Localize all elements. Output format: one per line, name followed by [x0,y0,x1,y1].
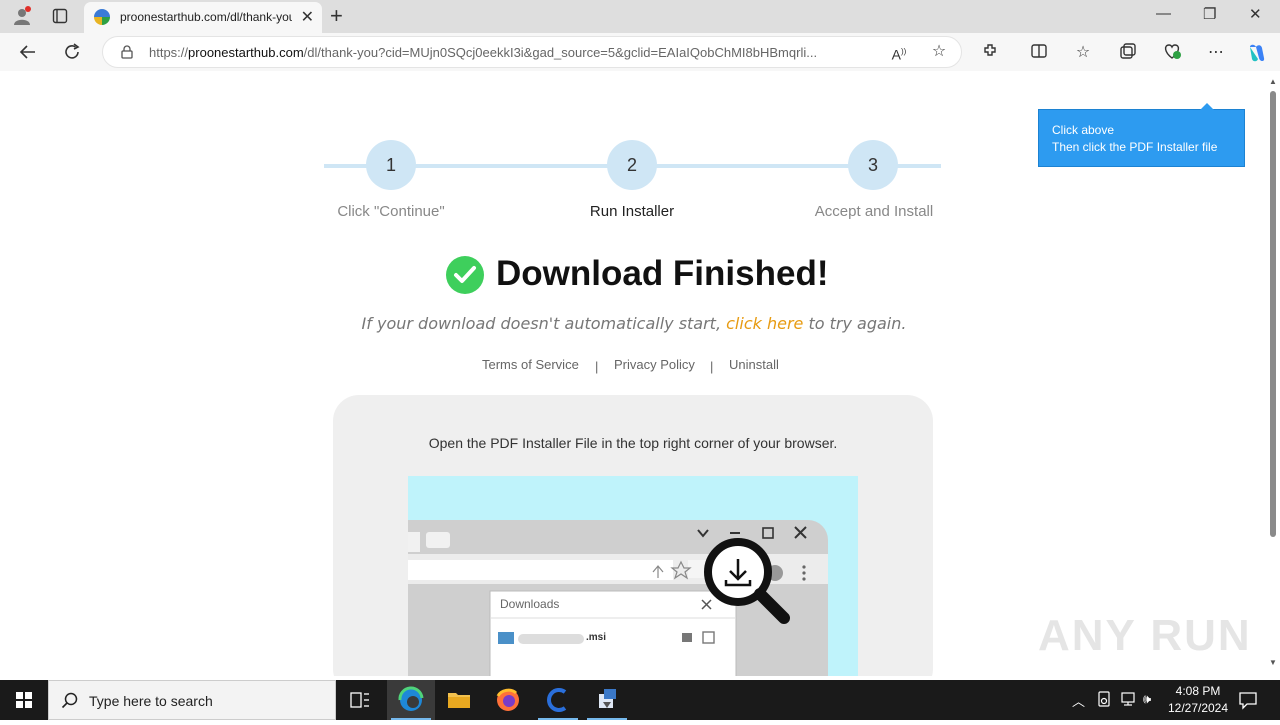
file-explorer-icon[interactable] [435,680,483,720]
tab-title: proonestarthub.com/dl/thank-you [120,10,292,24]
system-clock[interactable]: 4:08 PM 12/27/2024 [1162,683,1234,717]
minimize-icon[interactable]: — [1156,5,1171,22]
close-window-icon[interactable]: ✕ [1249,5,1262,23]
task-view-icon[interactable] [336,680,384,720]
step-3-circle: 3 [848,140,898,190]
tooltip-line-2: Then click the PDF Installer file [1052,140,1218,154]
favorite-star-icon[interactable]: ☆ [928,41,950,63]
headline-text: Download Finished! [496,254,829,293]
scrollbar-thumb[interactable] [1270,91,1276,537]
firefox-icon[interactable] [484,680,532,720]
download-file-name: .msi [586,632,607,643]
new-tab-icon[interactable]: + [330,3,343,29]
separator-1: | [595,359,599,374]
app-c-icon[interactable] [534,680,582,720]
extensions-icon[interactable] [980,42,1002,64]
step-2-label: Run Installer [589,203,675,220]
notifications-icon[interactable] [1238,690,1258,715]
download-finished-heading: Download Finished! [444,251,844,301]
url-text: https://proonestarthub.com/dl/thank-you?… [149,45,818,60]
restore-icon[interactable]: ❐ [1203,5,1216,23]
volume-icon[interactable]: 🕪 [1143,691,1151,707]
clock-time: 4:08 PM [1175,684,1221,698]
scroll-up-icon[interactable]: ▲ [1269,77,1277,86]
step-2-circle: 2 [607,140,657,190]
instruction-tooltip: Click above Then click the PDF Installer… [1038,103,1245,167]
privacy-link[interactable]: Privacy Policy [614,357,695,372]
address-bar[interactable]: https://proonestarthub.com/dl/thank-you?… [102,36,962,68]
browser-download-illustration: Downloads .msi [408,476,858,676]
page-content: 1 2 3 Click "Continue" Run Installer Acc… [4,71,1280,676]
taskbar-search-box[interactable]: Type here to search [48,680,336,720]
refresh-icon[interactable] [61,42,83,64]
split-screen-icon[interactable] [1028,42,1050,64]
instruction-card: Open the PDF Installer File in the top r… [333,395,933,676]
installer-icon[interactable] [583,680,631,720]
scroll-down-icon[interactable]: ▼ [1269,658,1277,667]
copilot-icon[interactable] [1246,42,1268,64]
downloads-popup-title: Downloads [500,597,560,611]
tooltip-line-1: Click above [1052,123,1115,137]
windows-taskbar: Type here to search ︿ 🕪 4:08 PM 12/27/20… [0,680,1280,720]
search-placeholder: Type here to search [89,693,213,709]
retry-message: If your download doesn't automatically s… [334,314,934,333]
search-icon [61,692,78,709]
edge-taskbar-icon[interactable] [387,680,435,720]
profile-icon[interactable] [12,6,32,26]
lock-icon[interactable] [121,45,133,59]
clock-date: 12/27/2024 [1167,701,1229,715]
separator-2: | [710,359,714,374]
click-here-link[interactable]: click here [726,314,803,333]
collections-icon[interactable] [1117,42,1139,64]
step-1-circle: 1 [366,140,416,190]
read-aloud-icon[interactable]: A)) [888,41,910,63]
terms-link[interactable]: Terms of Service [482,357,579,372]
start-button[interactable] [0,680,48,720]
tab-actions-icon[interactable] [52,8,68,24]
browser-toolbar: https://proonestarthub.com/dl/thank-you?… [0,33,1280,71]
check-icon [446,256,484,294]
close-tab-icon[interactable]: ✕ [301,7,314,27]
favorites-icon[interactable]: ☆ [1072,42,1094,64]
site-favicon-icon [94,9,110,25]
footer-links: Terms of Service | Privacy Policy | Unin… [464,357,824,377]
retry-text-before: If your download doesn't automatically s… [361,314,727,333]
browser-title-bar: proonestarthub.com/dl/thank-you ✕ + — ❐ … [0,0,1280,33]
step-3-label: Accept and Install [814,203,934,220]
retry-text-after: to try again. [803,314,907,333]
back-icon[interactable] [17,42,39,64]
browser-essentials-icon[interactable] [1161,42,1183,64]
tooltip-arrow [1200,103,1214,110]
uninstall-link[interactable]: Uninstall [729,357,779,372]
anyrun-watermark: ANY RUN [1038,611,1252,660]
device-icon[interactable] [1097,691,1111,710]
instruction-text: Open the PDF Installer File in the top r… [428,435,838,451]
more-options-icon[interactable]: ⋯ [1205,42,1227,64]
network-icon[interactable] [1119,691,1137,710]
show-hidden-icons[interactable]: ︿ [1072,691,1085,710]
active-tab[interactable]: proonestarthub.com/dl/thank-you ✕ [84,2,322,33]
step-1-label: Click "Continue" [337,203,445,220]
page-scrollbar[interactable]: ▲ ▼ [1268,77,1278,667]
